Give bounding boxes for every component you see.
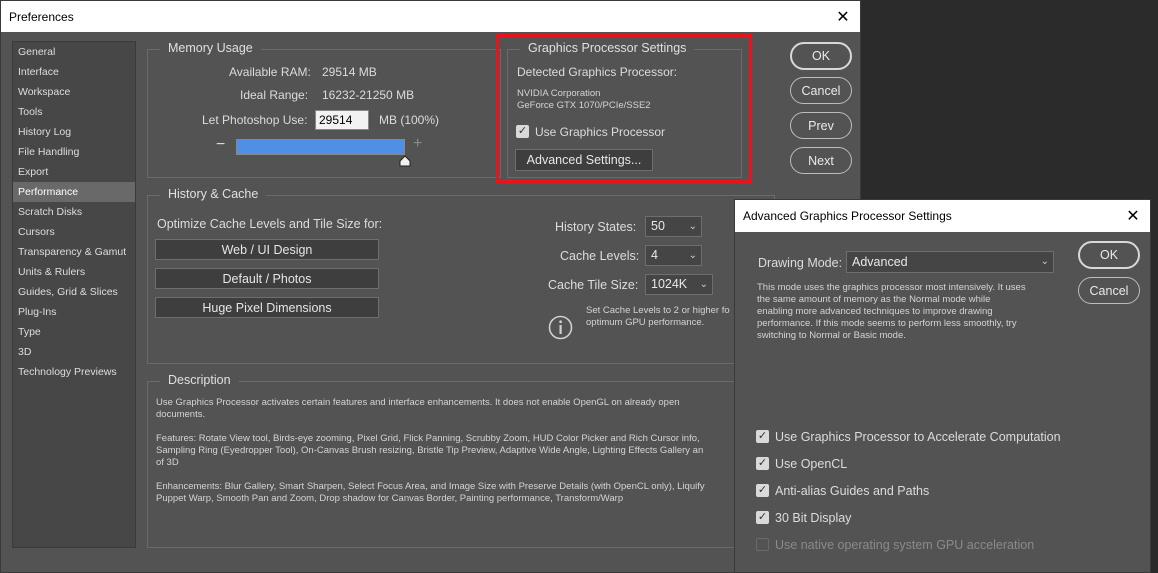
- preferences-title-bar[interactable]: Preferences ✕: [1, 1, 860, 32]
- sidebar-item-3d[interactable]: 3D: [13, 342, 135, 362]
- cache-levels-label: Cache Levels:: [560, 249, 640, 263]
- cache-tile-size-label: Cache Tile Size:: [548, 278, 639, 292]
- ok-button[interactable]: OK: [790, 42, 852, 70]
- history-states-select[interactable]: 50 ⌄: [645, 216, 702, 237]
- history-states-value: 50: [651, 219, 665, 233]
- anti-alias-label: Anti-alias Guides and Paths: [775, 484, 930, 498]
- available-ram-value: 29514 MB: [322, 65, 377, 79]
- advanced-gpu-window: Advanced Graphics Processor Settings ✕ D…: [734, 199, 1151, 573]
- drawing-mode-desc-4: performance. If this mode seems to perfo…: [757, 318, 1017, 329]
- ideal-range-value: 16232-21250 MB: [322, 88, 415, 102]
- sidebar-item-file-handling[interactable]: File Handling: [13, 142, 135, 162]
- info-icon: [548, 315, 573, 340]
- cache-levels-select[interactable]: 4 ⌄: [645, 245, 702, 266]
- drawing-mode-desc-3: enabling more advanced techniques to imp…: [757, 306, 993, 317]
- preset-web-ui-button[interactable]: Web / UI Design: [155, 239, 379, 260]
- preferences-sidebar: General Interface Workspace Tools Histor…: [12, 41, 136, 548]
- advanced-cancel-button[interactable]: Cancel: [1078, 277, 1140, 304]
- 30-bit-display-label: 30 Bit Display: [775, 511, 852, 525]
- cache-tip-line-1: Set Cache Levels to 2 or higher fo: [586, 305, 730, 316]
- drawing-mode-select[interactable]: Advanced ⌄: [846, 251, 1054, 273]
- let-photoshop-use-label: Let Photoshop Use:: [202, 113, 308, 127]
- accelerate-computation-checkbox[interactable]: ✓: [756, 430, 769, 443]
- native-gpu-acceleration-label: Use native operating system GPU accelera…: [775, 538, 1035, 552]
- advanced-ok-button[interactable]: OK: [1078, 241, 1140, 269]
- preferences-window: Preferences ✕ General Interface Workspac…: [0, 0, 861, 573]
- chevron-down-icon: ⌄: [688, 250, 697, 261]
- drawing-mode-value: Advanced: [852, 255, 908, 269]
- use-opencl-checkbox[interactable]: ✓: [756, 457, 769, 470]
- chevron-down-icon: ⌄: [699, 279, 708, 290]
- use-opencl-label: Use OpenCL: [775, 457, 848, 471]
- sidebar-item-guides-grid-slices[interactable]: Guides, Grid & Slices: [13, 282, 135, 302]
- description-p2-line1: Features: Rotate View tool, Birds-eye zo…: [156, 433, 700, 444]
- memory-slider-fill: [237, 140, 404, 154]
- cache-tile-size-value: 1024K: [651, 277, 688, 291]
- prev-button[interactable]: Prev: [790, 112, 852, 139]
- memory-usage-input[interactable]: 29514: [315, 110, 369, 130]
- preset-default-photos-button[interactable]: Default / Photos: [155, 268, 379, 289]
- sidebar-item-tools[interactable]: Tools: [13, 102, 135, 122]
- optimize-label: Optimize Cache Levels and Tile Size for:: [157, 217, 383, 231]
- cancel-button[interactable]: Cancel: [790, 77, 852, 104]
- sidebar-item-plug-ins[interactable]: Plug-Ins: [13, 302, 135, 322]
- native-gpu-acceleration-checkbox: [756, 538, 769, 551]
- sidebar-item-cursors[interactable]: Cursors: [13, 222, 135, 242]
- sidebar-item-workspace[interactable]: Workspace: [13, 82, 135, 102]
- description-p2-line2: Sampling Ring (Eyedropper Tool), On-Canv…: [156, 445, 704, 456]
- cache-levels-value: 4: [651, 248, 658, 262]
- sidebar-item-transparency-gamut[interactable]: Transparency & Gamut: [13, 242, 135, 262]
- sidebar-item-history-log[interactable]: History Log: [13, 122, 135, 142]
- sidebar-item-scratch-disks[interactable]: Scratch Disks: [13, 202, 135, 222]
- anti-alias-checkbox[interactable]: ✓: [756, 484, 769, 497]
- memory-slider-thumb[interactable]: [399, 155, 411, 167]
- advanced-title-bar[interactable]: Advanced Graphics Processor Settings ✕: [735, 200, 1150, 232]
- highlight-box: [496, 34, 752, 183]
- description-legend: Description: [160, 373, 239, 387]
- close-icon[interactable]: ✕: [826, 1, 860, 32]
- chevron-down-icon: ⌄: [688, 221, 697, 232]
- sidebar-item-units-rulers[interactable]: Units & Rulers: [13, 262, 135, 282]
- memory-slider-track[interactable]: [236, 139, 405, 155]
- advanced-title: Advanced Graphics Processor Settings: [743, 209, 952, 223]
- description-p1-line2: documents.: [156, 409, 206, 420]
- preferences-title: Preferences: [9, 9, 74, 24]
- history-states-label: History States:: [555, 220, 637, 234]
- memory-usage-legend: Memory Usage: [160, 41, 261, 55]
- drawing-mode-desc-5: switching to Normal or Basic mode.: [757, 330, 906, 341]
- next-button[interactable]: Next: [790, 147, 852, 174]
- description-p2-line3: of 3D: [156, 457, 179, 468]
- sidebar-item-general[interactable]: General: [13, 42, 135, 62]
- history-cache-legend: History & Cache: [160, 187, 267, 201]
- ideal-range-label: Ideal Range:: [240, 88, 309, 102]
- increase-icon[interactable]: +: [413, 135, 422, 153]
- decrease-icon[interactable]: −: [216, 136, 225, 154]
- accelerate-computation-label: Use Graphics Processor to Accelerate Com…: [775, 430, 1061, 444]
- sidebar-item-technology-previews[interactable]: Technology Previews: [13, 362, 135, 382]
- description-p3-line1: Enhancements: Blur Gallery, Smart Sharpe…: [156, 481, 705, 492]
- available-ram-label: Available RAM:: [229, 65, 311, 79]
- sidebar-item-type[interactable]: Type: [13, 322, 135, 342]
- memory-percent-label: MB (100%): [379, 113, 440, 127]
- 30-bit-display-checkbox[interactable]: ✓: [756, 511, 769, 524]
- drawing-mode-label: Drawing Mode:: [758, 256, 843, 270]
- cache-tile-size-select[interactable]: 1024K ⌄: [645, 274, 713, 295]
- drawing-mode-desc-1: This mode uses the graphics processor mo…: [757, 282, 1026, 293]
- sidebar-item-interface[interactable]: Interface: [13, 62, 135, 82]
- chevron-down-icon: ⌄: [1040, 256, 1049, 267]
- close-icon[interactable]: ✕: [1116, 200, 1150, 232]
- preset-huge-pixel-button[interactable]: Huge Pixel Dimensions: [155, 297, 379, 318]
- sidebar-item-export[interactable]: Export: [13, 162, 135, 182]
- sidebar-item-performance[interactable]: Performance: [13, 182, 135, 202]
- description-p1-line1: Use Graphics Processor activates certain…: [156, 397, 680, 408]
- description-p3-line2: Puppet Warp, Smooth Pan and Zoom, Drop s…: [156, 493, 624, 504]
- cache-tip-line-2: optimum GPU performance.: [586, 317, 705, 328]
- drawing-mode-desc-2: the same amount of memory as the Normal …: [757, 294, 991, 305]
